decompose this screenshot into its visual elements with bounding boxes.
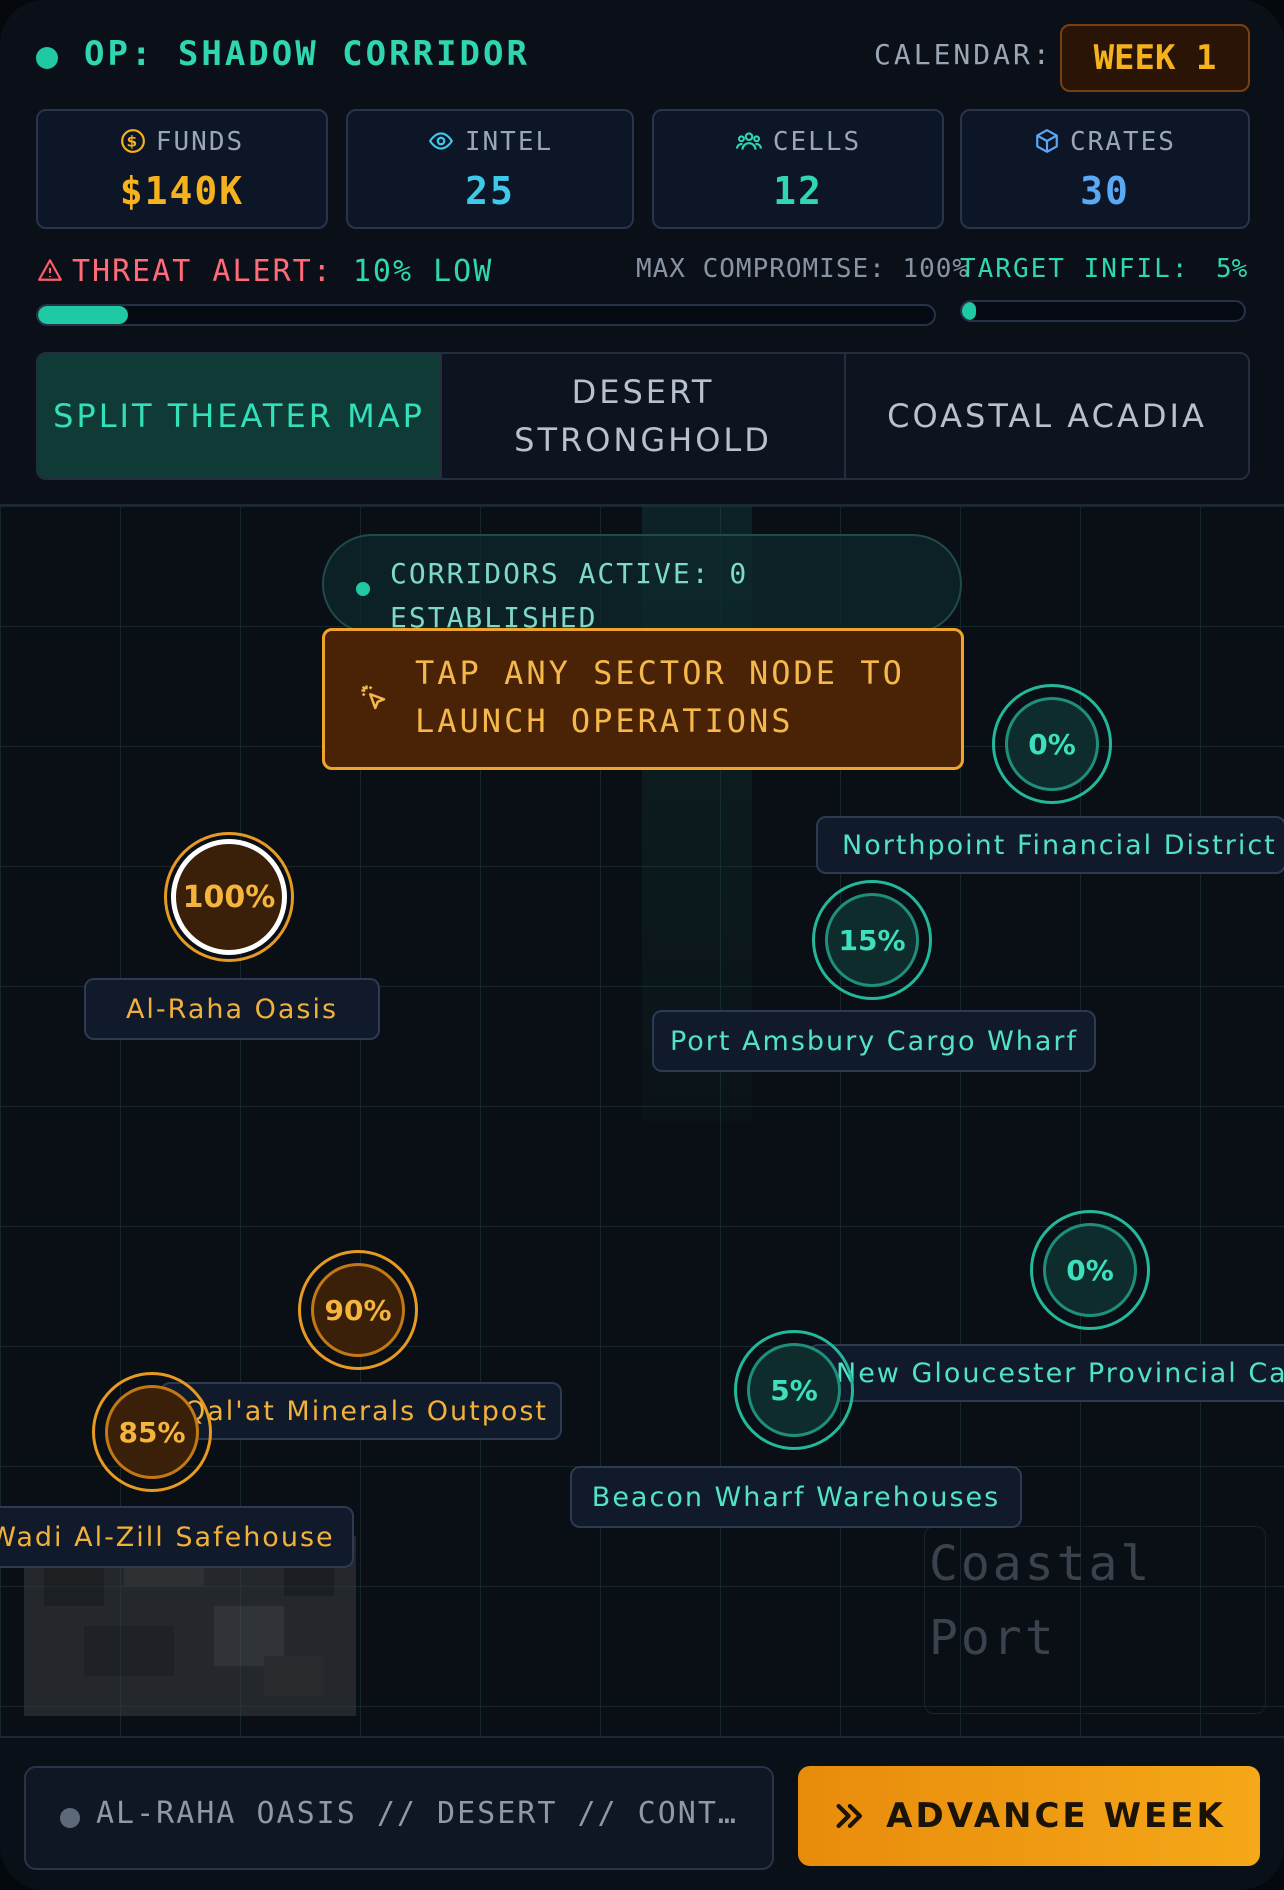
status-dot	[60, 1808, 80, 1828]
dollar-coin-icon: $	[120, 129, 145, 153]
app-frame: OP: SHADOW CORRIDOR CALENDAR: WEEK 1 $ FU…	[0, 0, 1284, 1890]
node-percent: 0%	[1028, 727, 1076, 761]
svg-text:$: $	[127, 132, 140, 150]
node-percent: 0%	[1066, 1253, 1114, 1287]
sector-label-northpoint[interactable]: Northpoint Financial District	[816, 816, 1284, 874]
stat-card-cells: CELLS 12	[652, 109, 944, 229]
calendar-label: CALENDAR:	[874, 38, 1053, 71]
tab-desert-stronghold[interactable]: DESERT STRONGHOLD	[442, 354, 846, 478]
stat-card-funds: $ FUNDS $140K	[36, 109, 328, 229]
selected-sector-status: AL-RAHA OASIS // DESERT // CONT…	[24, 1766, 774, 1870]
sector-node-new-gloucester[interactable]: 0%	[1030, 1210, 1150, 1330]
week-badge: WEEK 1	[1060, 24, 1250, 92]
selected-sector-text: AL-RAHA OASIS // DESERT // CONT…	[96, 1796, 736, 1831]
corridor-status-dot	[356, 582, 370, 596]
corridors-status-text: CORRIDORS ACTIVE: 0 ESTABLISHED	[390, 557, 749, 634]
stat-card-crates: CRATES 30	[960, 109, 1250, 229]
sector-label-al-raha[interactable]: Al-Raha Oasis	[84, 978, 380, 1040]
stat-value: 12	[773, 169, 823, 213]
target-infil-fill	[962, 302, 977, 320]
theater-map: Coastal Port CORRIDORS ACTIVE: 0 ESTABLI…	[0, 504, 1284, 1738]
coastal-port-image-placeholder: Coastal Port	[924, 1526, 1266, 1714]
threat-label: THREAT ALERT:	[72, 254, 333, 289]
launch-hint-text: TAP ANY SECTOR NODE TO LAUNCH OPERATIONS	[415, 654, 905, 740]
corridors-status-pill: CORRIDORS ACTIVE: 0 ESTABLISHED	[322, 534, 962, 634]
target-infil-bar	[960, 300, 1246, 322]
theater-tabs: SPLIT THEATER MAP DESERT STRONGHOLD COAS…	[36, 352, 1250, 480]
threat-progress-bar	[36, 304, 936, 326]
stat-label: INTEL	[464, 127, 554, 157]
sector-label-new-gloucester[interactable]: New Gloucester Provincial Cap	[808, 1344, 1284, 1402]
tap-pointer-icon	[361, 685, 386, 710]
stat-card-intel: INTEL 25	[346, 109, 634, 229]
sector-node-qalat[interactable]: 90%	[298, 1250, 418, 1370]
sector-label-wadi-al-zill[interactable]: Wadi Al-Zill Safehouse	[0, 1506, 354, 1568]
double-chevron-right-icon	[836, 1803, 863, 1829]
live-status-dot	[36, 47, 58, 69]
node-percent: 15%	[838, 923, 906, 957]
node-percent: 5%	[770, 1373, 818, 1407]
sector-label-beacon-wharf[interactable]: Beacon Wharf Warehouses	[570, 1466, 1022, 1528]
launch-hint-banner: TAP ANY SECTOR NODE TO LAUNCH OPERATIONS	[322, 628, 964, 770]
tab-label: DESERT STRONGHOLD	[514, 373, 772, 459]
sector-node-port-amsbury[interactable]: 15%	[812, 880, 932, 1000]
sector-label-qalat[interactable]: Qal'at Minerals Outpost	[160, 1382, 562, 1440]
stat-value: 25	[465, 169, 515, 213]
sector-node-wadi-al-zill[interactable]: 85%	[92, 1372, 212, 1492]
footer-bar: AL-RAHA OASIS // DESERT // CONT… ADVANCE…	[0, 1736, 1284, 1890]
stat-value: 30	[1080, 169, 1130, 213]
tab-coastal-acadia[interactable]: COASTAL ACADIA	[846, 354, 1248, 478]
sector-label-port-amsbury[interactable]: Port Amsbury Cargo Wharf	[652, 1010, 1096, 1072]
advance-week-button[interactable]: ADVANCE WEEK	[798, 1766, 1260, 1866]
node-percent: 85%	[118, 1415, 186, 1449]
stat-label: FUNDS	[155, 127, 245, 157]
advance-week-label: ADVANCE WEEK	[886, 1796, 1226, 1836]
target-infil-label: TARGET INFIL:	[960, 254, 1190, 284]
threat-progress-fill	[38, 306, 128, 324]
stat-label: CRATES	[1070, 127, 1176, 157]
node-percent: 100%	[182, 879, 276, 915]
eye-icon	[428, 132, 453, 150]
box-icon	[1036, 129, 1058, 153]
sector-node-al-raha[interactable]: 100%	[164, 832, 294, 962]
stat-label: CELLS	[772, 127, 862, 157]
threat-alert: THREAT ALERT: 10% LOW	[36, 254, 493, 289]
max-compromise: MAX COMPROMISE: 100%	[636, 254, 970, 284]
sector-node-northpoint[interactable]: 0%	[992, 684, 1112, 804]
sector-node-beacon-wharf[interactable]: 5%	[734, 1330, 854, 1450]
users-icon	[735, 132, 762, 150]
warning-triangle-icon	[38, 259, 62, 281]
threat-value: 10% LOW	[352, 254, 494, 289]
tab-split-theater-map[interactable]: SPLIT THEATER MAP	[38, 354, 442, 478]
node-percent: 90%	[324, 1293, 392, 1327]
operation-title: OP: SHADOW CORRIDOR	[84, 34, 530, 74]
stat-value: $140K	[119, 169, 245, 213]
target-infil-value: 5%	[1216, 254, 1248, 284]
